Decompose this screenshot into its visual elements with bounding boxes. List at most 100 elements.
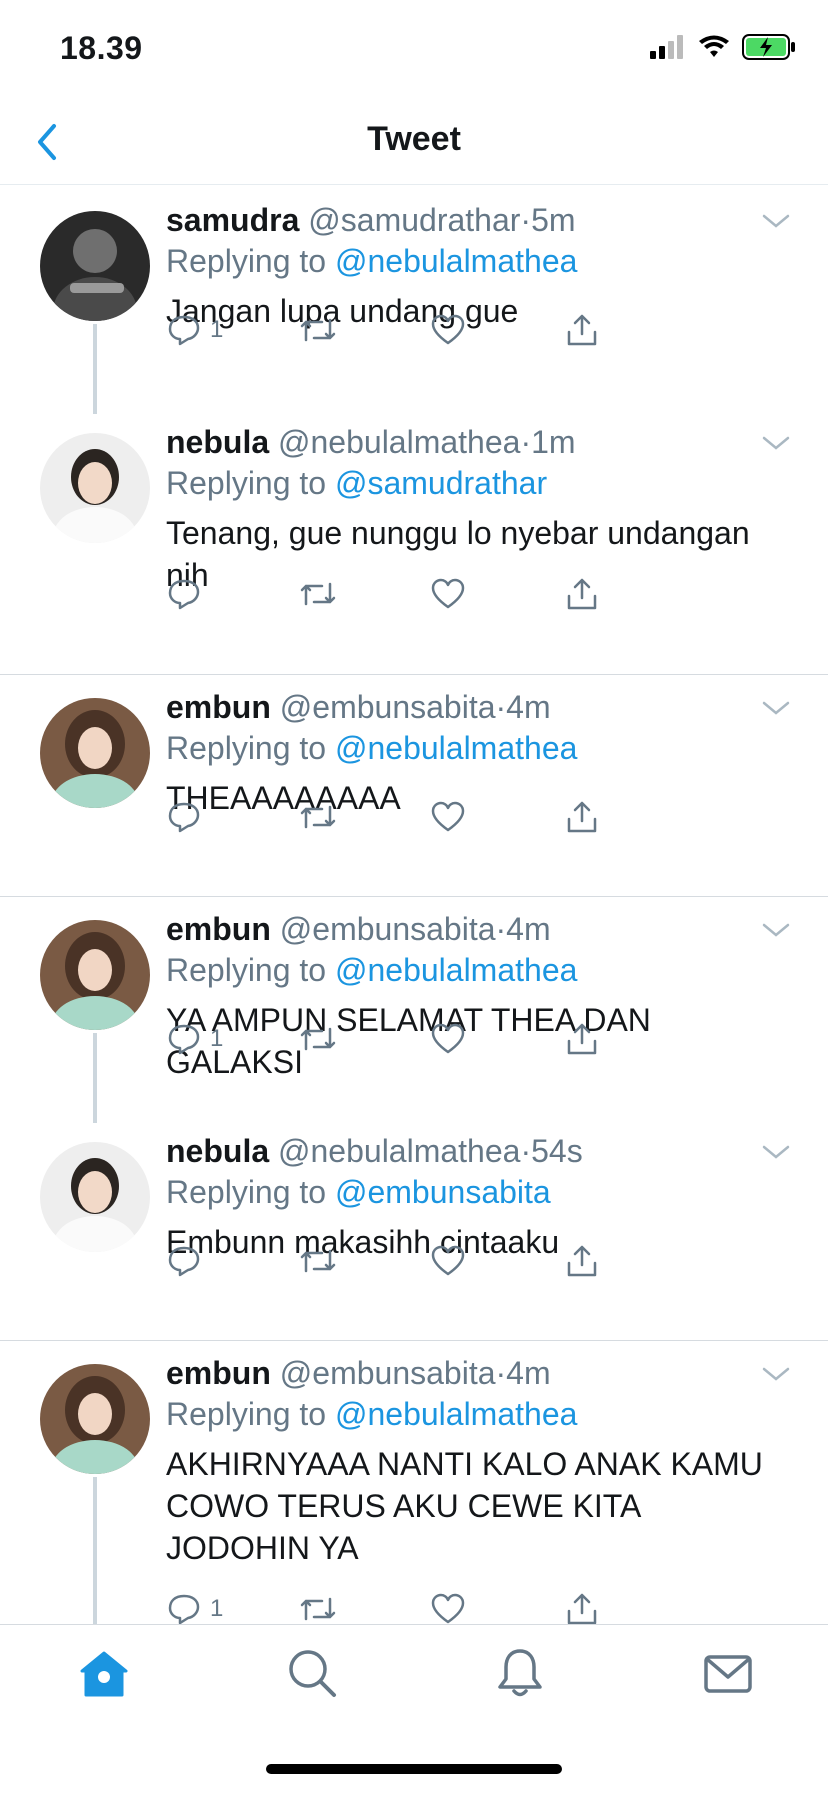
battery-icon [742, 34, 795, 60]
status-bar: 18.39 [0, 0, 828, 100]
author-name[interactable]: nebula [166, 1133, 269, 1169]
tweet-time: 1m [531, 424, 576, 460]
tweet-feed[interactable]: samudra @samudrathar · 5m Replying to @neb… [0, 188, 828, 1624]
heart-icon [431, 578, 465, 609]
like-button[interactable] [430, 797, 466, 837]
author-name[interactable]: embun [166, 1355, 271, 1391]
tweet-time: 5m [531, 202, 576, 238]
replying-handle[interactable]: @nebulalmathea [335, 952, 577, 988]
replying-handle[interactable]: @nebulalmathea [335, 730, 577, 766]
tab-search[interactable] [284, 1645, 340, 1701]
replying-label: Replying to [166, 243, 327, 279]
avatar[interactable] [40, 920, 150, 1030]
tweet-item[interactable]: embun @embunsabita·4m Replying to @nebul… [0, 897, 828, 1123]
replying-label: Replying to [166, 465, 327, 501]
tweet-item[interactable]: embun @embunsabita·4m Replying to @nebul… [0, 675, 828, 897]
tweet-actions [166, 574, 686, 614]
reply-button[interactable]: 1 [166, 1019, 223, 1059]
retweet-button[interactable] [298, 310, 338, 350]
author-handle[interactable]: @embunsabita [280, 911, 496, 947]
replying-handle[interactable]: @nebulalmathea [335, 243, 577, 279]
share-icon [567, 1245, 597, 1277]
replying-to: Replying to @nebulalmathea [166, 240, 788, 282]
replying-to: Replying to @samudrathar [166, 462, 788, 504]
separator-dot: · [520, 1133, 532, 1169]
reply-button[interactable] [166, 797, 210, 837]
heart-icon [431, 1023, 465, 1054]
author-name[interactable]: embun [166, 689, 271, 725]
reply-icon [168, 1246, 200, 1277]
tab-notifications[interactable] [492, 1645, 548, 1701]
heart-icon [431, 314, 465, 345]
share-icon [567, 1593, 597, 1624]
share-button[interactable] [564, 310, 600, 350]
chevron-down-icon[interactable] [760, 434, 792, 454]
chevron-down-icon[interactable] [760, 699, 792, 719]
retweet-button[interactable] [298, 1019, 338, 1059]
tab-home[interactable] [76, 1645, 132, 1701]
tweet-actions [166, 797, 686, 837]
tweet-time: 4m [506, 1355, 551, 1391]
reply-icon [168, 802, 200, 833]
share-button[interactable] [564, 1241, 600, 1281]
tweet-actions: 1 [166, 310, 686, 350]
reply-icon [168, 1594, 200, 1624]
thread-line [93, 324, 97, 414]
tab-messages[interactable] [700, 1645, 756, 1701]
chevron-down-icon[interactable] [760, 921, 792, 941]
home-indicator [266, 1764, 562, 1774]
avatar[interactable] [40, 1364, 150, 1474]
replying-to: Replying to @nebulalmathea [166, 949, 788, 991]
like-button[interactable] [430, 310, 466, 350]
avatar[interactable] [40, 433, 150, 543]
author-name[interactable]: samudra [166, 202, 299, 238]
reply-button[interactable]: 1 [166, 1589, 223, 1624]
tweet-item[interactable]: nebula @nebulalmathea·1m Replying to @sa… [0, 410, 828, 662]
retweet-button[interactable] [298, 1241, 338, 1281]
tweet-item[interactable]: nebula @nebulalmathea·54s Replying to @e… [0, 1119, 828, 1341]
author-name[interactable]: embun [166, 911, 271, 947]
like-button[interactable] [430, 1589, 466, 1624]
like-button[interactable] [430, 574, 466, 614]
share-button[interactable] [564, 574, 600, 614]
avatar[interactable] [40, 698, 150, 808]
tweet-item[interactable]: embun @embunsabita·4m Replying to @nebul… [0, 1341, 828, 1624]
author-name[interactable]: nebula [166, 424, 269, 460]
reply-button[interactable] [166, 574, 210, 614]
tweet-header: nebula @nebulalmathea·1m [166, 422, 788, 462]
replying-handle[interactable]: @embunsabita [335, 1174, 551, 1210]
reply-button[interactable]: 1 [166, 310, 223, 350]
retweet-button[interactable] [298, 1589, 338, 1624]
retweet-button[interactable] [298, 574, 338, 614]
like-button[interactable] [430, 1241, 466, 1281]
signal-icon [650, 35, 683, 59]
author-handle[interactable]: @samudrathar [308, 202, 520, 238]
share-button[interactable] [564, 797, 600, 837]
tweet-item[interactable]: samudra @samudrathar·5m Replying to @neb… [0, 188, 828, 414]
share-button[interactable] [564, 1589, 600, 1624]
status-icons [650, 34, 796, 60]
avatar[interactable] [40, 1142, 150, 1252]
tweet-actions: 1 [166, 1589, 686, 1624]
retweet-icon [300, 318, 336, 342]
tweet-header: embun @embunsabita·4m [166, 687, 788, 727]
retweet-button[interactable] [298, 797, 338, 837]
chevron-down-icon[interactable] [760, 212, 792, 232]
author-handle[interactable]: @embunsabita [280, 1355, 496, 1391]
wifi-icon [699, 35, 729, 57]
like-button[interactable] [430, 1019, 466, 1059]
chevron-down-icon[interactable] [760, 1365, 792, 1385]
avatar-image [40, 920, 150, 1030]
avatar[interactable] [40, 211, 150, 321]
replying-handle[interactable]: @samudrathar [335, 465, 547, 501]
share-button[interactable] [564, 1019, 600, 1059]
reply-button[interactable] [166, 1241, 210, 1281]
author-handle[interactable]: @embunsabita [280, 689, 496, 725]
author-handle[interactable]: @nebulalmathea [278, 1133, 520, 1169]
replying-handle[interactable]: @nebulalmathea [335, 1396, 577, 1432]
chevron-down-icon[interactable] [760, 1143, 792, 1163]
tweet-header: embun @embunsabita·4m [166, 1353, 788, 1393]
author-handle[interactable]: @nebulalmathea [278, 424, 520, 460]
retweet-icon [300, 1027, 336, 1051]
heart-icon [431, 801, 465, 832]
